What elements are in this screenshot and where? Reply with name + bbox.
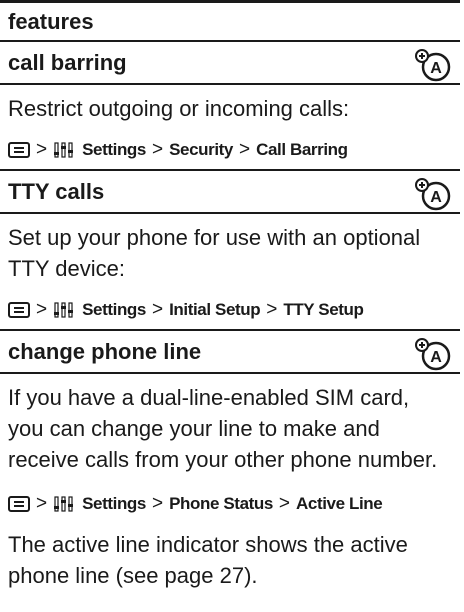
header-title: features [8, 8, 94, 34]
menu-key-icon [8, 301, 30, 318]
section-description: If you have a dual-line-enabled SIM card… [8, 385, 438, 472]
svg-text:A: A [430, 349, 442, 366]
svg-text:A: A [430, 60, 442, 77]
section-call-barring: call barring A Restrict outgoing or inco… [0, 42, 460, 171]
section-title-text: TTY calls [8, 178, 105, 204]
section-tty-calls: TTY calls A Set up your phone for use wi… [0, 171, 460, 331]
section-description: Restrict outgoing or incoming calls: [8, 96, 350, 121]
menu-key-icon [8, 496, 30, 512]
section-title: change phone line [0, 331, 460, 374]
table-header: features [0, 0, 460, 42]
network-feature-icon: A [415, 338, 451, 371]
section-description: Set up your phone for use with an option… [8, 225, 421, 281]
menu-key-icon [8, 141, 30, 158]
svg-text:A: A [430, 189, 442, 206]
section-change-phone-line: change phone line A If you have a dual-l… [0, 331, 460, 591]
section-note: The active line indicator shows the acti… [8, 532, 408, 588]
settings-icon [54, 301, 74, 318]
section-title-text: call barring [8, 49, 127, 75]
section-title: TTY calls [0, 171, 460, 214]
menu-path: > Settings > Phone Status > Active Line [0, 479, 460, 527]
section-title-text: change phone line [8, 338, 202, 364]
menu-path: > Settings > Security > Call Barring [0, 128, 460, 171]
settings-icon [54, 141, 74, 158]
menu-path: > Settings > Initial Setup > TTY Setup [0, 288, 460, 331]
manual-page: features call barring A Restrict outgoin… [0, 0, 460, 591]
settings-icon [54, 496, 74, 512]
network-feature-icon: A [415, 49, 451, 82]
network-feature-icon: A [415, 178, 451, 211]
section-title: call barring [0, 42, 460, 85]
